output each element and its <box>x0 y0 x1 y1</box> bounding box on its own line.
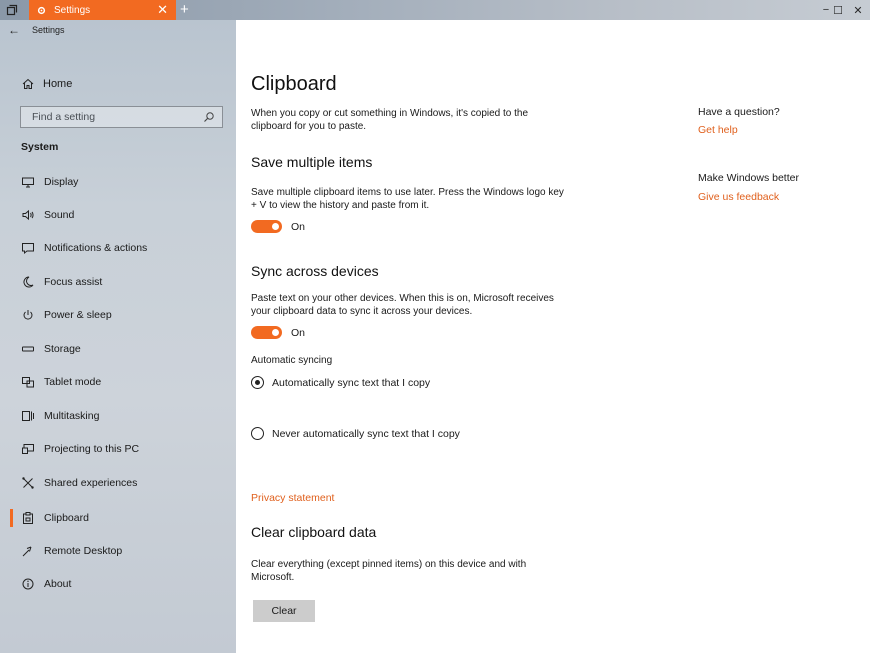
page-title: Clipboard <box>251 73 337 95</box>
sidebar-item-label: Storage <box>44 343 81 355</box>
back-button[interactable]: ← Settings <box>8 21 65 39</box>
multitasking-icon <box>22 411 34 421</box>
radio-auto-sync[interactable]: Automatically sync text that I copy <box>251 376 430 389</box>
toggle-knob <box>272 223 279 230</box>
sidebar-item-multitasking[interactable]: Multitasking <box>21 407 99 425</box>
feedback-link[interactable]: Give us feedback <box>698 191 779 203</box>
info-icon <box>22 578 34 590</box>
sidebar-item-label: Tablet mode <box>44 376 102 388</box>
search-icon[interactable] <box>203 111 215 123</box>
search-placeholder: Find a setting <box>32 111 96 123</box>
intro-text: When you copy or cut something in Window… <box>251 108 529 132</box>
toggle-knob <box>272 329 279 336</box>
radio-button[interactable] <box>251 427 264 440</box>
privacy-statement-link[interactable]: Privacy statement <box>251 492 334 504</box>
help-heading: Have a question? <box>698 106 780 118</box>
sidebar-item-label: Sound <box>44 209 75 221</box>
sidebar-item-label: Shared experiences <box>44 477 138 489</box>
search-input[interactable]: Find a setting <box>20 106 223 128</box>
title-bar: Settings ✕ + − ☐ ✕ <box>0 0 870 20</box>
tablet-icon <box>22 377 34 388</box>
clear-button[interactable]: Clear <box>253 600 315 622</box>
sidebar-item-remote-desktop[interactable]: Remote Desktop <box>21 542 122 560</box>
tab-title: Settings <box>54 4 91 16</box>
sync-heading: Sync across devices <box>251 263 379 279</box>
storage-icon <box>22 346 34 352</box>
app-name: Settings <box>32 25 65 35</box>
get-help-link[interactable]: Get help <box>698 124 738 136</box>
sidebar-item-label: Home <box>43 78 73 90</box>
sidebar-item-label: Clipboard <box>44 512 89 524</box>
sidebar-item-shared-experiences[interactable]: Shared experiences <box>21 474 137 492</box>
clear-heading: Clear clipboard data <box>251 524 377 540</box>
sidebar-item-label: Display <box>44 176 79 188</box>
sidebar-item-sound[interactable]: Sound <box>21 206 74 224</box>
radio-label: Automatically sync text that I copy <box>272 376 431 389</box>
notifications-icon <box>22 243 34 255</box>
sidebar-item-focus-assist[interactable]: Focus assist <box>21 273 102 291</box>
sidebar-item-storage[interactable]: Storage <box>21 340 81 358</box>
sidebar-item-power-sleep[interactable]: Power & sleep <box>21 306 112 324</box>
sidebar-item-label: Notifications & actions <box>44 242 148 254</box>
sidebar-item-label: Focus assist <box>44 276 103 288</box>
projecting-icon <box>22 444 34 454</box>
toggle-state-label: On <box>291 220 306 233</box>
sidebar-item-about[interactable]: About <box>21 575 71 593</box>
radio-label: Never automatically sync text that I cop… <box>272 427 460 440</box>
task-view-icon[interactable] <box>6 4 18 16</box>
radio-button-checked[interactable] <box>251 376 264 389</box>
sidebar-item-tablet-mode[interactable]: Tablet mode <box>21 373 101 391</box>
power-icon <box>23 310 33 320</box>
sync-description: Paste text on your other devices. When t… <box>251 293 554 317</box>
sidebar-item-display[interactable]: Display <box>21 173 78 191</box>
sidebar-item-label: About <box>44 578 72 590</box>
sidebar-item-home[interactable]: Home <box>21 77 72 91</box>
remote-desktop-icon <box>22 546 32 557</box>
shared-icon <box>22 477 34 489</box>
sidebar-item-label: Projecting to this PC <box>44 443 140 455</box>
sound-icon <box>22 209 34 221</box>
main-content: Clipboard When you copy or cut something… <box>236 20 870 653</box>
gear-icon <box>37 6 46 14</box>
sidebar-item-clipboard[interactable]: Clipboard <box>21 509 89 527</box>
moon-icon <box>23 276 34 288</box>
sidebar: ← Settings Home Find a setting System Di… <box>0 20 236 653</box>
tab-settings[interactable]: Settings ✕ <box>29 0 176 20</box>
save-multiple-toggle[interactable] <box>251 220 282 233</box>
save-multiple-description: Save multiple clipboard items to use lat… <box>251 187 564 211</box>
new-tab-icon[interactable]: + <box>180 1 189 18</box>
close-icon[interactable]: ✕ <box>846 0 870 20</box>
display-icon <box>22 177 34 188</box>
sidebar-item-label: Multitasking <box>44 410 100 422</box>
automatic-syncing-label: Automatic syncing <box>251 355 333 366</box>
radio-never-sync[interactable]: Never automatically sync text that I cop… <box>251 427 460 440</box>
section-label-system: System <box>21 141 59 153</box>
clear-description: Clear everything (except pinned items) o… <box>251 559 527 583</box>
toggle-state-label: On <box>291 326 306 339</box>
tab-close-icon[interactable]: ✕ <box>157 3 168 17</box>
home-icon <box>22 78 34 89</box>
sync-toggle-row: On <box>251 326 305 339</box>
sidebar-item-projecting[interactable]: Projecting to this PC <box>21 440 139 458</box>
sidebar-item-notifications[interactable]: Notifications & actions <box>21 239 147 257</box>
feedback-heading: Make Windows better <box>698 172 799 184</box>
save-multiple-toggle-row: On <box>251 220 305 233</box>
sidebar-item-label: Power & sleep <box>44 309 112 321</box>
clipboard-icon <box>23 512 33 524</box>
save-multiple-heading: Save multiple items <box>251 154 373 170</box>
active-item-indicator <box>10 509 13 527</box>
sidebar-item-label: Remote Desktop <box>44 545 123 557</box>
radio-dot <box>254 379 260 385</box>
back-arrow-icon[interactable]: ← <box>8 23 24 37</box>
sync-toggle[interactable] <box>251 326 282 339</box>
